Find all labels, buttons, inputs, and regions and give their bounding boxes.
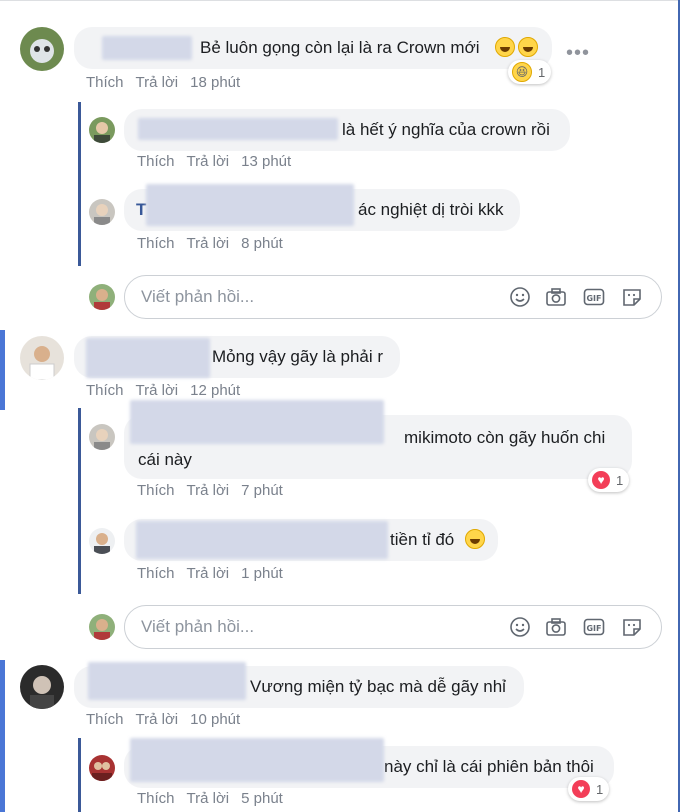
top-border xyxy=(0,0,680,9)
timestamp: 12 phút xyxy=(190,382,241,399)
reaction-count: 1 xyxy=(596,781,604,797)
timestamp: 8 phút xyxy=(241,235,283,252)
timestamp: 7 phút xyxy=(241,482,283,499)
sticker-icon[interactable] xyxy=(621,616,643,638)
comment-actions: Thích Trả lời 10 phút xyxy=(86,711,252,728)
reply-link[interactable]: Trả lời xyxy=(187,153,230,170)
reply-actions: Thích Trả lời 8 phút xyxy=(137,235,295,252)
grin-emoji-icon xyxy=(462,529,485,551)
like-link[interactable]: Thích xyxy=(137,565,175,582)
like-link[interactable]: Thích xyxy=(86,711,124,728)
grin-emoji-icon xyxy=(492,37,538,59)
like-link[interactable]: Thích xyxy=(137,153,175,170)
my-avatar xyxy=(89,614,115,640)
reply-link[interactable]: Trả lời xyxy=(187,235,230,252)
like-link[interactable]: Thích xyxy=(137,482,175,499)
reply-link[interactable]: Trả lời xyxy=(187,482,230,499)
reaction-count: 1 xyxy=(616,472,624,488)
reply-placeholder: Viết phản hồi... xyxy=(141,617,255,636)
smile-icon[interactable] xyxy=(509,286,531,308)
reply-avatar[interactable] xyxy=(89,117,115,143)
reply-input[interactable]: Viết phản hồi... GIF xyxy=(124,275,662,319)
svg-text:GIF: GIF xyxy=(586,294,601,303)
gif-icon[interactable]: GIF xyxy=(583,286,605,308)
redacted-name xyxy=(130,738,384,782)
reply-link[interactable]: Trả lời xyxy=(136,382,179,399)
comment-actions: Thích Trả lời 12 phút xyxy=(86,382,252,399)
highlight-bar xyxy=(0,330,5,410)
heart-icon: ♥ xyxy=(592,471,610,489)
timestamp: 10 phút xyxy=(190,711,241,728)
thread-line xyxy=(78,408,81,594)
redacted-name xyxy=(88,662,246,700)
comment-text: Bẻ luôn gọng còn lại là ra Crown mới xyxy=(200,38,480,57)
reaction-badge[interactable]: 😆 1 xyxy=(508,60,552,84)
camera-icon[interactable] xyxy=(545,286,567,308)
more-options-icon[interactable]: ••• xyxy=(566,42,590,65)
comment-actions: Thích Trả lời 18 phút xyxy=(86,74,252,91)
laugh-icon: 😆 xyxy=(512,62,532,82)
redacted-name xyxy=(102,36,192,60)
reply-avatar[interactable] xyxy=(89,528,115,554)
reply-text: ác nghiệt dị tròi kkk xyxy=(358,200,504,219)
reaction-badge[interactable]: ♥ 1 xyxy=(588,468,630,492)
timestamp: 5 phút xyxy=(241,790,283,807)
smile-icon[interactable] xyxy=(509,616,531,638)
svg-text:GIF: GIF xyxy=(586,624,601,633)
sticker-icon[interactable] xyxy=(621,286,643,308)
commenter-avatar[interactable] xyxy=(20,27,64,71)
timestamp: 1 phút xyxy=(241,565,283,582)
reply-author-initial[interactable]: T xyxy=(136,199,146,221)
redacted-name xyxy=(130,400,384,444)
reply-link[interactable]: Trả lời xyxy=(187,790,230,807)
redacted-name xyxy=(136,521,388,559)
reply-actions: Thích Trả lời 13 phút xyxy=(137,153,303,170)
gif-icon[interactable]: GIF xyxy=(583,616,605,638)
commenter-avatar[interactable] xyxy=(20,665,64,709)
my-avatar xyxy=(89,284,115,310)
highlight-bar xyxy=(0,660,5,812)
reply-text: tiền tỉ đó xyxy=(390,530,455,549)
like-link[interactable]: Thích xyxy=(86,74,124,91)
redacted-name xyxy=(86,338,210,378)
camera-icon[interactable] xyxy=(545,616,567,638)
reaction-count: 1 xyxy=(538,64,546,80)
commenter-avatar[interactable] xyxy=(20,336,64,380)
thread-line xyxy=(78,102,81,266)
reply-link[interactable]: Trả lời xyxy=(136,711,179,728)
comment-text: Vương miện tỷ bạc mà dễ gãy nhỉ xyxy=(250,677,506,696)
reply-text: này chỉ là cái phiên bản thôi xyxy=(384,757,594,776)
comment-text: Mỏng vậy gãy là phải r xyxy=(212,347,384,366)
redacted-name xyxy=(146,184,354,226)
timestamp: 13 phút xyxy=(241,153,292,170)
thread-line xyxy=(78,738,81,812)
reaction-badge[interactable]: ♥ 1 xyxy=(568,777,610,801)
reply-link[interactable]: Trả lời xyxy=(136,74,179,91)
reply-avatar[interactable] xyxy=(89,199,115,225)
reply-avatar[interactable] xyxy=(89,755,115,781)
timestamp: 18 phút xyxy=(190,74,241,91)
reply-placeholder: Viết phản hồi... xyxy=(141,287,255,306)
heart-icon: ♥ xyxy=(572,780,590,798)
reply-input[interactable]: Viết phản hồi... GIF xyxy=(124,605,662,649)
reply-text: là hết ý nghĩa của crown rồi xyxy=(342,120,550,139)
reply-actions: Thích Trả lời 1 phút xyxy=(137,565,295,582)
reply-actions: Thích Trả lời 7 phút xyxy=(137,482,295,499)
like-link[interactable]: Thích xyxy=(137,790,175,807)
reply-link[interactable]: Trả lời xyxy=(187,565,230,582)
like-link[interactable]: Thích xyxy=(137,235,175,252)
redacted-name xyxy=(138,118,338,140)
reply-avatar[interactable] xyxy=(89,424,115,450)
like-link[interactable]: Thích xyxy=(86,382,124,399)
reply-actions: Thích Trả lời 5 phút xyxy=(137,790,295,807)
